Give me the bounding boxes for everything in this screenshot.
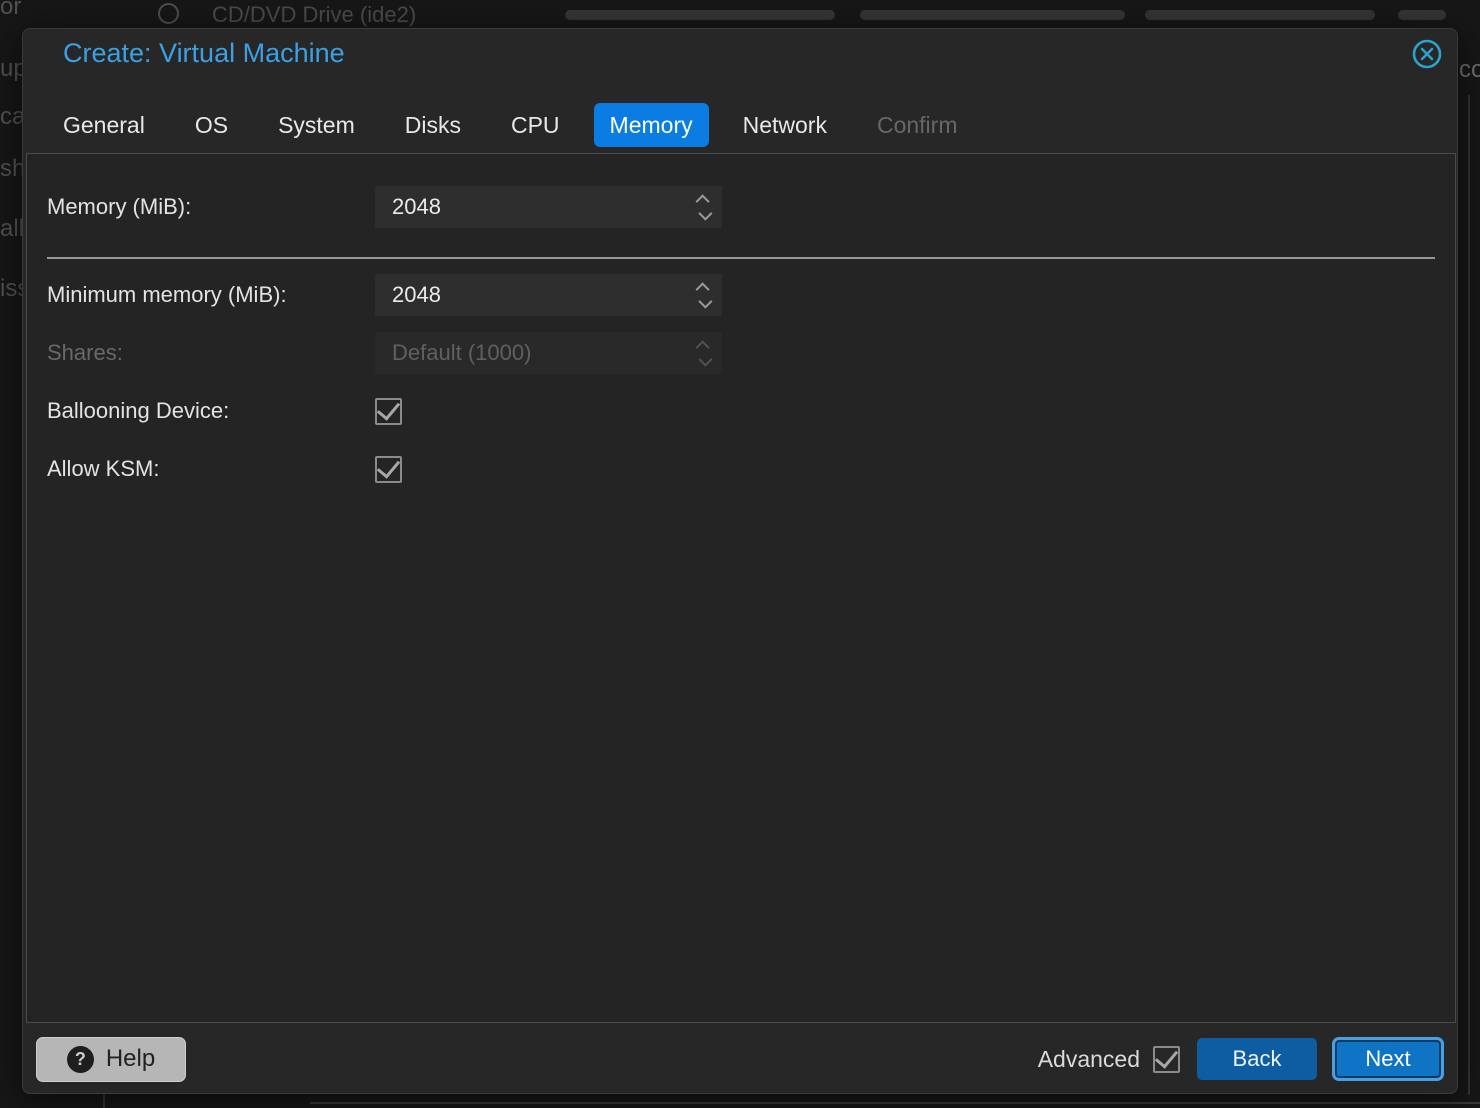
background-text-blur [1145, 10, 1375, 20]
background-app-row: CD/DVD Drive (ide2) [0, 0, 1480, 28]
ksm-label: Allow KSM: [47, 456, 375, 482]
background-menu-fragment: sh [0, 155, 24, 183]
dialog-title: Create: Virtual Machine [63, 38, 345, 69]
spinner-down-icon [698, 352, 712, 366]
advanced-label: Advanced [1038, 1046, 1140, 1073]
dialog-footer: ? Help Advanced Back Next [23, 1023, 1457, 1095]
min-memory-value: 2048 [375, 282, 441, 308]
advanced-section-separator [47, 257, 1435, 259]
background-menu-fragment: iss [0, 275, 24, 303]
help-button-label: Help [106, 1045, 155, 1073]
ballooning-label: Ballooning Device: [47, 398, 375, 424]
ksm-checkbox[interactable] [375, 456, 402, 483]
spinner-buttons[interactable] [699, 186, 709, 228]
tab-os[interactable]: OS [179, 103, 244, 147]
memory-form-panel: Memory (MiB): 2048 Minimum memory (MiB):… [26, 153, 1456, 1023]
help-button[interactable]: ? Help [36, 1037, 186, 1082]
background-menu-fragment: or [0, 0, 21, 21]
next-button[interactable]: Next [1332, 1037, 1444, 1081]
tab-system[interactable]: System [262, 103, 371, 147]
spinner-buttons [699, 332, 709, 374]
memory-value: 2048 [375, 194, 441, 220]
shares-input: Default (1000) [375, 332, 722, 374]
shares-label: Shares: [47, 340, 375, 366]
close-icon[interactable] [1411, 38, 1443, 70]
background-menu-fragment: ca [0, 103, 24, 131]
memory-row: Memory (MiB): 2048 [47, 186, 1435, 228]
background-grid-line [310, 1102, 1480, 1104]
back-button[interactable]: Back [1197, 1038, 1317, 1080]
memory-label: Memory (MiB): [47, 194, 375, 220]
spinner-down-icon[interactable] [698, 206, 712, 220]
memory-input[interactable]: 2048 [375, 186, 722, 228]
radio-button-icon [158, 3, 179, 24]
background-sidebar-fragments: or up ca sh all iss [0, 0, 24, 1108]
wizard-tabbar: General OS System Disks CPU Memory Netwo… [47, 103, 991, 147]
background-menu-fragment: all [0, 215, 24, 243]
min-memory-label: Minimum memory (MiB): [47, 282, 375, 308]
background-row-text: CD/DVD Drive (ide2) [212, 2, 416, 28]
min-memory-input[interactable]: 2048 [375, 274, 722, 316]
ksm-row: Allow KSM: [47, 448, 1435, 490]
background-text-blur [565, 10, 835, 20]
background-text-fragment: co [1459, 56, 1480, 84]
tab-network[interactable]: Network [727, 103, 843, 147]
spinner-up-icon[interactable] [696, 282, 710, 296]
tab-memory[interactable]: Memory [594, 103, 709, 147]
spinner-up-icon[interactable] [696, 194, 710, 208]
ballooning-row: Ballooning Device: [47, 390, 1435, 432]
min-memory-row: Minimum memory (MiB): 2048 [47, 274, 1435, 316]
tab-cpu[interactable]: CPU [495, 103, 576, 147]
tab-confirm: Confirm [861, 103, 974, 147]
shares-row: Shares: Default (1000) [47, 332, 1435, 374]
advanced-checkbox[interactable] [1153, 1046, 1180, 1073]
dialog-header: Create: Virtual Machine [23, 29, 1457, 103]
tab-disks[interactable]: Disks [389, 103, 477, 147]
spinner-up-icon [696, 340, 710, 354]
shares-value: Default (1000) [375, 340, 531, 366]
background-menu-fragment: up [0, 55, 24, 83]
ballooning-checkbox[interactable] [375, 398, 402, 425]
background-text-blur [1398, 10, 1446, 20]
spinner-down-icon[interactable] [698, 294, 712, 308]
background-grid-line [103, 1094, 105, 1108]
spinner-buttons[interactable] [699, 274, 709, 316]
question-mark-icon: ? [67, 1046, 94, 1073]
tab-general[interactable]: General [47, 103, 161, 147]
background-text-blur [860, 10, 1125, 20]
background-grid-line [1468, 95, 1470, 1095]
create-vm-dialog: Create: Virtual Machine General OS Syste… [22, 28, 1458, 1094]
